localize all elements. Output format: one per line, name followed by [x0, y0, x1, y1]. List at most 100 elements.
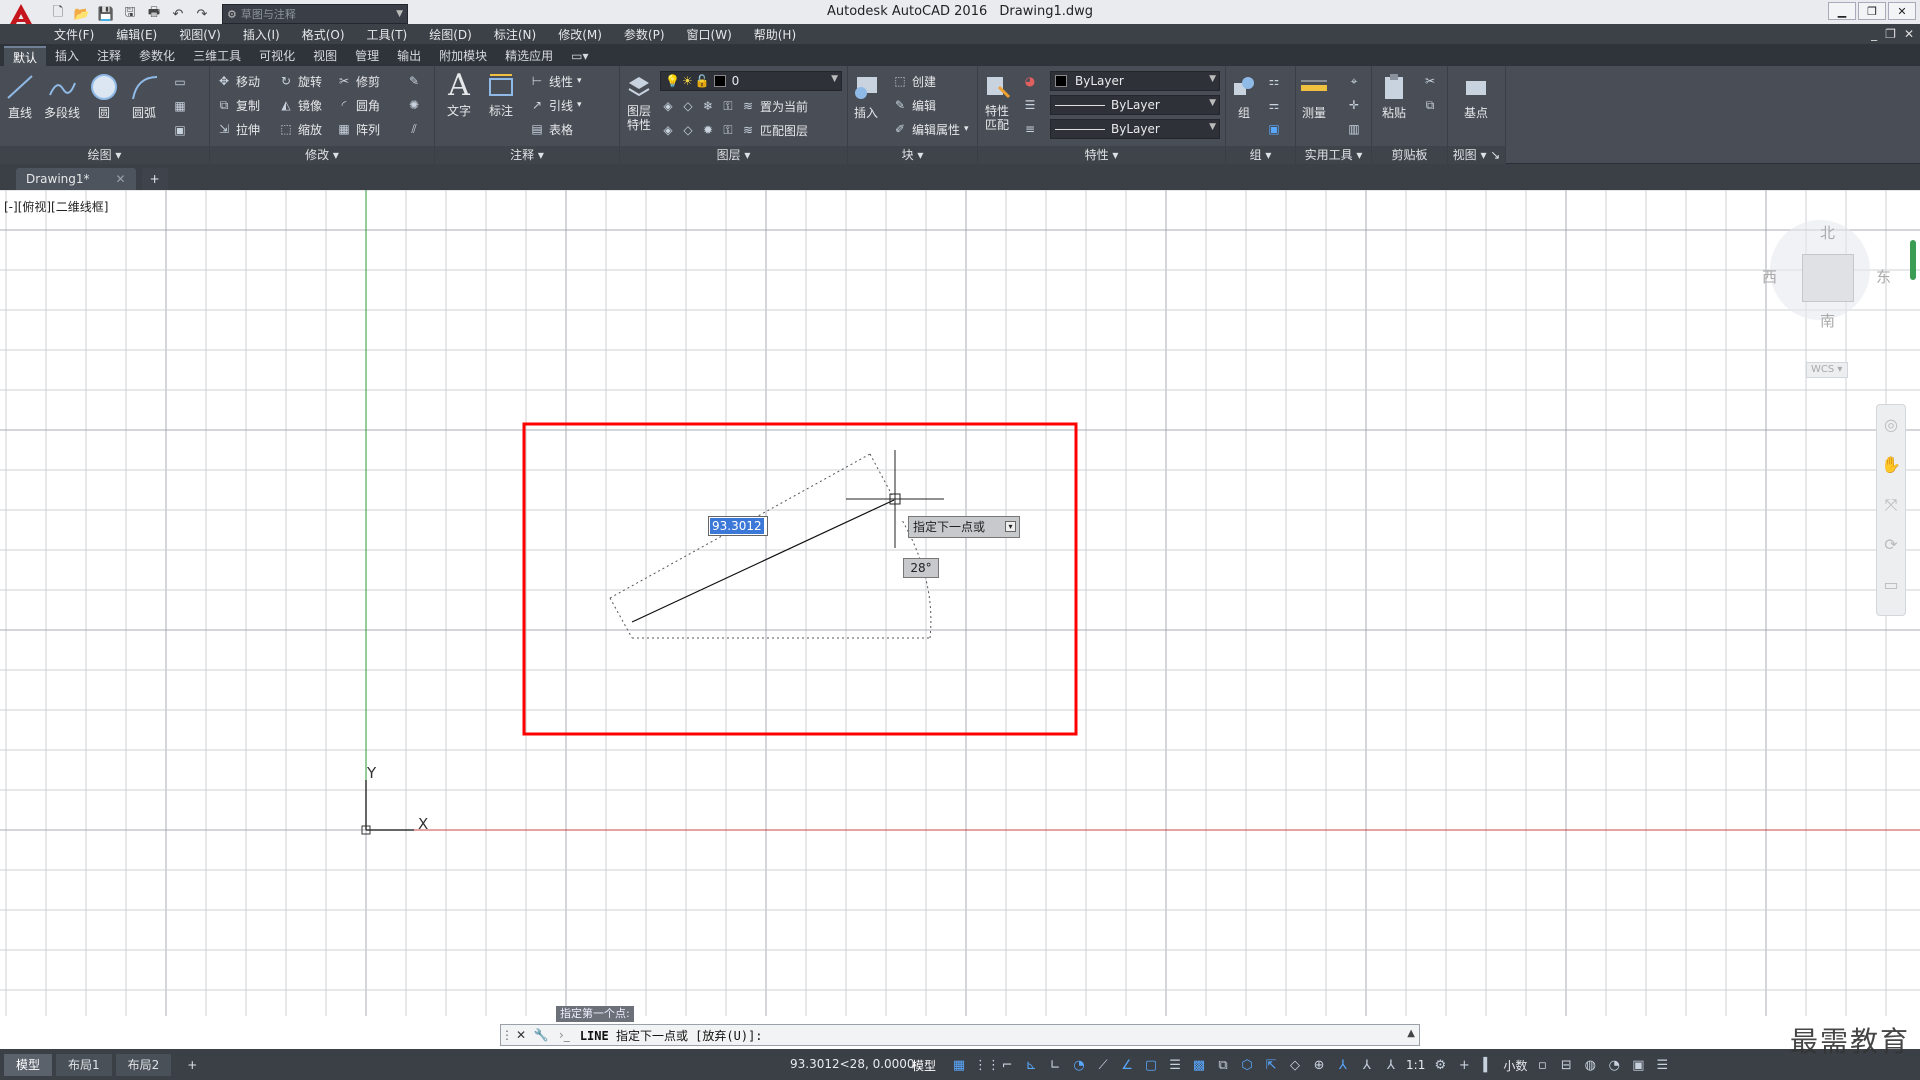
move-button[interactable]: ✥ 移动 [216, 71, 260, 91]
doc-minimize-icon[interactable]: _ [1871, 27, 1877, 41]
measure-button[interactable]: 测量 [1298, 72, 1330, 121]
isodraft-icon[interactable]: ⟋ [1094, 1058, 1112, 1073]
viewcube-top-face[interactable] [1802, 254, 1854, 302]
panel-block-title[interactable]: 块 ▾ [848, 146, 977, 164]
tab-manage[interactable]: 管理 [346, 46, 388, 66]
linear-dim-button[interactable]: ⊢ 线性 ▾ [529, 71, 582, 91]
undo-icon[interactable]: ↶ [168, 4, 188, 24]
menu-draw[interactable]: 绘图(D) [429, 26, 472, 43]
viewcube-east[interactable]: 东 [1876, 266, 1891, 287]
color-palette-button[interactable]: ◕ [1022, 71, 1038, 91]
layer-properties-button[interactable]: 图层特性 [622, 72, 656, 132]
doc-close-icon[interactable]: ✕ [1904, 27, 1914, 41]
lineweight-display-icon[interactable]: ☰ [1166, 1058, 1184, 1073]
file-tab-drawing1[interactable]: Drawing1* ✕ [16, 168, 136, 190]
viewport-label[interactable]: [-][俯视][二维线框] [4, 198, 108, 215]
rectangle-tool[interactable]: ▭ [172, 72, 188, 92]
create-block-button[interactable]: ⬚ 创建 [892, 71, 936, 91]
auto-scale-icon[interactable]: ⅄ [1358, 1058, 1376, 1073]
menu-modify[interactable]: 修改(M) [558, 26, 602, 43]
units-icon[interactable]: ▍ [1479, 1058, 1497, 1073]
menu-parametric[interactable]: 参数(P) [624, 26, 665, 43]
tab-annotate[interactable]: 注释 [88, 46, 130, 66]
panel-layers-title[interactable]: 图层 ▾ [620, 146, 847, 164]
menu-tools[interactable]: 工具(T) [367, 26, 408, 43]
color-dropdown[interactable]: ByLayer ▼ [1050, 71, 1220, 91]
tab-output[interactable]: 输出 [388, 46, 430, 66]
dynamic-ucs-icon[interactable]: ⇱ [1262, 1058, 1280, 1073]
menu-dimension[interactable]: 标注(N) [494, 26, 536, 43]
layer-freeze-icon[interactable]: ❄ [700, 98, 716, 114]
new-file-icon[interactable]: 🗋 [48, 4, 68, 24]
dynamic-angle-input[interactable]: 28° [903, 558, 939, 578]
layer-isolate-icon[interactable]: ◇ [680, 98, 696, 114]
copy-clip-button[interactable]: ⧉ [1422, 95, 1438, 115]
panel-view-title[interactable]: 视图 ▾ ↘ [1448, 146, 1505, 164]
open-file-icon[interactable]: 📂 [72, 4, 92, 24]
grip-icon[interactable]: ⋮ [501, 1028, 513, 1042]
match-layer-button[interactable]: ≋ 匹配图层 [740, 120, 808, 140]
rotate-button[interactable]: ↻ 旋转 [278, 71, 322, 91]
lineweight-icon-button[interactable]: ≡ [1022, 119, 1038, 139]
explode-button[interactable]: ✺ [406, 95, 422, 115]
arc-button[interactable]: 圆弧 [128, 72, 160, 121]
panel-properties-title[interactable]: 特性 ▾ [978, 146, 1225, 164]
fillet-button[interactable]: ◜ 圆角 [336, 95, 380, 115]
wcs-dropdown[interactable]: WCS ▾ [1806, 362, 1848, 378]
close-icon[interactable]: ✕ [511, 1025, 531, 1045]
group-edit-button[interactable]: ⚎ [1266, 95, 1282, 115]
region-tool[interactable]: ▣ [172, 120, 188, 140]
lock-ui-icon[interactable]: ⊟ [1557, 1058, 1575, 1073]
steering-wheel-icon[interactable]: ◎ [1877, 405, 1905, 445]
print-icon[interactable]: 🖶 [144, 4, 164, 24]
canvas-scrollbar-thumb[interactable] [1910, 240, 1916, 280]
viewcube-west[interactable]: 西 [1762, 266, 1777, 287]
linetype-icon-button[interactable]: ☰ [1022, 95, 1038, 115]
workspace-gear-icon[interactable]: ⚙ [1431, 1058, 1449, 1073]
customization-icon[interactable]: ☰ [1653, 1058, 1671, 1073]
close-tab-icon[interactable]: ✕ [116, 172, 126, 186]
snap-icon[interactable]: ⋮⋮ [974, 1058, 1000, 1073]
selection-cycling-icon[interactable]: ⧉ [1214, 1058, 1232, 1073]
viewcube-north[interactable]: 北 [1820, 222, 1835, 243]
grid-icon[interactable]: ▦ [950, 1058, 968, 1073]
orbit-icon[interactable]: ⟳ [1877, 525, 1905, 565]
match-properties-button[interactable]: 特性匹配 [982, 72, 1012, 132]
tab-view[interactable]: 视图 [304, 46, 346, 66]
dynamic-input-icon[interactable]: ⊾ [1022, 1058, 1040, 1073]
tab-addins[interactable]: 附加模块 [430, 46, 496, 66]
model-space-toggle[interactable]: 模型 [912, 1057, 936, 1074]
selection-filter-icon[interactable]: ◇ [1286, 1058, 1304, 1073]
tab-parametric[interactable]: 参数化 [130, 46, 184, 66]
transparency-icon[interactable]: ▩ [1190, 1058, 1208, 1073]
viewcube[interactable]: 北 南 西 东 [1752, 204, 1902, 330]
panel-utilities-title[interactable]: 实用工具 ▾ [1296, 146, 1371, 164]
new-tab-button[interactable]: + [141, 168, 168, 190]
dimension-button[interactable]: 标注 [485, 70, 517, 119]
chevron-up-icon[interactable]: ▲ [1407, 1028, 1415, 1039]
leader-button[interactable]: ↗ 引线 ▾ [529, 95, 582, 115]
quick-properties-icon[interactable]: ▫ [1533, 1058, 1551, 1073]
layer-thaw-icon[interactable]: ✹ [700, 122, 716, 138]
ribbon-options-icon[interactable]: ▭▾ [562, 46, 597, 66]
infer-constraints-icon[interactable]: ⌐ [998, 1058, 1016, 1073]
save-as-icon[interactable]: 🖫 [120, 4, 140, 24]
showmotion-icon[interactable]: ▭ [1877, 565, 1905, 605]
save-icon[interactable]: 💾 [96, 4, 116, 24]
point-style-button[interactable]: ✛ [1346, 95, 1362, 115]
layer-lock-icon[interactable]: ⚿ [720, 98, 736, 114]
cut-button[interactable]: ✂ [1422, 71, 1438, 91]
doc-restore-icon[interactable]: ❐ [1885, 27, 1896, 41]
layer-dropdown[interactable]: 💡 ☀ 🔓 0 ▼ [660, 71, 842, 91]
menu-view[interactable]: 视图(V) [179, 26, 221, 43]
layer-off-icon[interactable]: ◈ [660, 98, 676, 114]
coordinate-readout[interactable]: 93.3012<28, 0.0000 [790, 1049, 915, 1080]
linetype-dropdown[interactable]: ByLayer ▼ [1050, 95, 1220, 115]
viewcube-south[interactable]: 南 [1820, 310, 1835, 331]
stretch-button[interactable]: ⇲ 拉伸 [216, 119, 260, 139]
add-layout-button[interactable]: + [175, 1054, 209, 1076]
layer-on-icon[interactable]: ◈ [660, 122, 676, 138]
ortho-icon[interactable]: ∟ [1046, 1058, 1064, 1073]
options-arrow-icon[interactable]: ▾ [1005, 521, 1016, 532]
circle-button[interactable]: 圆 [88, 72, 120, 121]
